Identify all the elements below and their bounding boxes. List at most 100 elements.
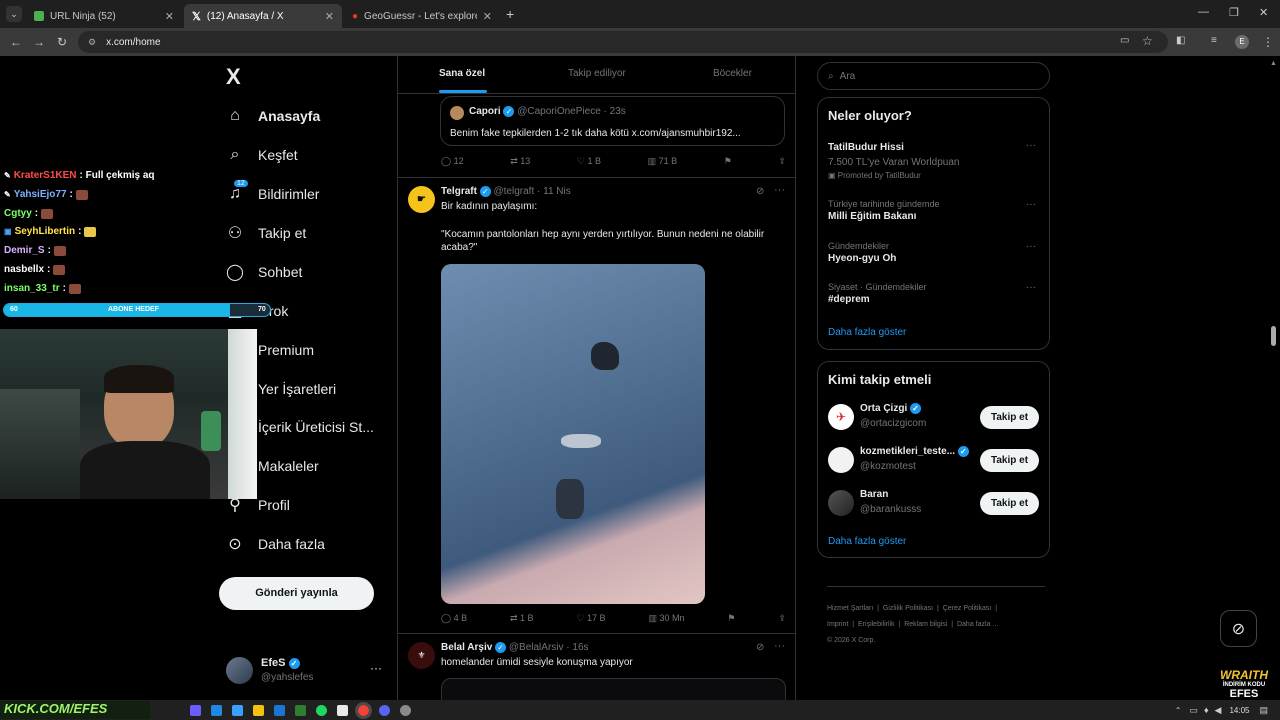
notification-center-icon[interactable]: ▤ xyxy=(1259,705,1268,716)
trend-more-icon[interactable]: ··· xyxy=(1026,199,1036,210)
taskbar-app-icon[interactable] xyxy=(337,704,348,716)
grok-explain-icon[interactable]: ⊘ xyxy=(756,642,764,653)
taskbar-app-icon[interactable] xyxy=(400,704,411,716)
tray-chevron-icon[interactable]: ⌃ xyxy=(1175,706,1182,715)
show-more-link[interactable]: Daha fazla göster xyxy=(828,327,906,338)
footer-link[interactable]: Hizmet Şartları xyxy=(827,605,873,612)
trend-item[interactable]: TatilBudur Hissi 7.500 TL'ye Varan World… xyxy=(828,140,1041,180)
post-button[interactable]: Gönderi yayınla xyxy=(219,577,374,610)
cast-icon[interactable]: ▭ xyxy=(1120,35,1129,46)
extensions-icon[interactable]: ◧ xyxy=(1176,35,1185,46)
share-icon[interactable]: ⇪ xyxy=(778,156,786,167)
search-box[interactable]: ⌕ Ara xyxy=(817,62,1050,90)
tab-search-icon[interactable]: ⌄ xyxy=(6,6,22,22)
nav-more[interactable]: ⊙ Daha fazla xyxy=(226,532,325,556)
window-close-icon[interactable]: ✕ xyxy=(1259,6,1268,19)
reply-button[interactable]: ◯ 4 B xyxy=(441,613,467,624)
follow-suggestion[interactable]: kozmetikleri_teste... ✓ @kozmotest Takip… xyxy=(828,445,1041,475)
footer-link[interactable]: Çerez Politikası xyxy=(943,605,992,612)
tweet-more-icon[interactable]: ··· xyxy=(774,640,785,652)
follow-button[interactable]: Takip et xyxy=(980,449,1040,472)
repost-button[interactable]: ⇄ 1 B xyxy=(510,613,534,624)
tray-network-icon[interactable]: ▭ xyxy=(1189,705,1198,716)
footer-link[interactable]: Reklam bilgisi xyxy=(904,621,947,628)
site-info-icon[interactable]: ⚙ xyxy=(88,37,96,48)
footer-link[interactable]: Erişilebilirlik xyxy=(858,621,895,628)
tweet-image[interactable] xyxy=(441,678,786,700)
nav-notifications[interactable]: ♫ 12 Bildirimler xyxy=(226,180,319,206)
grok-explain-icon[interactable]: ⊘ xyxy=(756,186,764,197)
tab-url-ninja[interactable]: URL Ninja (52) ✕ xyxy=(26,4,182,28)
minimize-icon[interactable]: — xyxy=(1198,6,1209,18)
trend-item[interactable]: Türkiye tarihinde gündemde Milli Eğitim … xyxy=(828,199,1041,222)
bookmark-action-icon[interactable]: ⚑ xyxy=(724,156,732,167)
taskbar-app-icon[interactable] xyxy=(253,704,264,716)
reply-button[interactable]: ◯ 12 xyxy=(441,156,464,167)
address-bar[interactable]: ⚙ x.com/home xyxy=(78,31,1168,53)
grok-floating-button[interactable]: ⊘ xyxy=(1220,610,1257,647)
reading-list-icon[interactable]: ≡ xyxy=(1211,35,1217,46)
maximize-icon[interactable]: ❐ xyxy=(1229,6,1239,19)
tray-volume-icon[interactable]: ◀ xyxy=(1215,705,1222,716)
close-icon[interactable]: ✕ xyxy=(325,10,334,23)
like-button[interactable]: ♡ 17 B xyxy=(576,613,605,624)
trend-item[interactable]: Siyaset · Gündemdekiler #deprem ··· xyxy=(828,282,1041,305)
x-logo-icon[interactable]: X xyxy=(226,64,241,90)
forward-arrow-icon[interactable]: → xyxy=(33,35,45,49)
footer-link[interactable]: Daha fazla ... xyxy=(957,621,998,628)
close-icon[interactable]: ✕ xyxy=(165,10,174,23)
like-button[interactable]: ♡ 1 B xyxy=(577,156,601,167)
back-arrow-icon[interactable]: ← xyxy=(10,35,22,49)
share-icon[interactable]: ⇪ xyxy=(778,613,786,624)
taskbar-app-icon[interactable] xyxy=(316,704,327,716)
trend-more-icon[interactable]: ··· xyxy=(1026,282,1036,293)
follow-suggestion[interactable]: ✈ Orta Çizgi ✓ @ortacizgicom Takip et xyxy=(828,402,1041,432)
taskbar-app-icon[interactable] xyxy=(190,704,201,716)
address-text[interactable]: x.com/home xyxy=(106,37,160,48)
tweet-image[interactable] xyxy=(441,264,705,604)
views-button[interactable]: ▥ 30 Mn xyxy=(648,613,684,624)
tweet-more-icon[interactable]: ··· xyxy=(774,184,785,196)
nav-home[interactable]: ⌂ Anasayfa xyxy=(226,104,320,128)
close-icon[interactable]: ✕ xyxy=(483,10,492,23)
trend-more-icon[interactable]: ··· xyxy=(1026,140,1036,151)
tweet[interactable]: ☛ Telgraft ✓ @telgraft · 11 Nis ⊘ ··· Bi… xyxy=(398,178,795,634)
quoted-tweet[interactable]: Capori ✓ @CaporiOnePiece · 23s Benim fak… xyxy=(440,96,785,146)
tweet[interactable]: Capori ✓ @CaporiOnePiece · 23s Benim fak… xyxy=(398,94,795,178)
scrollbar-thumb[interactable] xyxy=(1271,326,1276,346)
follow-button[interactable]: Takip et xyxy=(980,492,1040,515)
taskbar-app-icon[interactable] xyxy=(379,704,390,716)
account-switcher[interactable]: EfeS ✓ @yahslefes ··· xyxy=(226,655,386,687)
follow-suggestion[interactable]: Baran @barankusss Takip et xyxy=(828,488,1041,518)
tweet[interactable]: ⚜ Belal Arşiv ✓ @BelalArsiv · 16s ⊘ ··· … xyxy=(398,634,795,700)
taskbar-app-icon[interactable] xyxy=(274,704,285,716)
nav-explore[interactable]: ⌕ Keşfet xyxy=(226,143,298,167)
nav-follow[interactable]: ⚇ Takip et xyxy=(226,221,306,245)
footer-link[interactable]: Gizlilik Politikası xyxy=(883,605,933,612)
tab-following[interactable]: Takip ediliyor xyxy=(568,68,626,79)
follow-button[interactable]: Takip et xyxy=(980,406,1040,429)
taskbar-app-icon[interactable] xyxy=(211,704,222,716)
tab-for-you[interactable]: Sana özel xyxy=(439,68,485,79)
chrome-taskbar-icon[interactable] xyxy=(355,701,372,719)
profile-avatar[interactable]: E xyxy=(1235,35,1249,49)
clock[interactable]: 14:05 xyxy=(1229,706,1249,715)
scroll-up-icon[interactable]: ▲ xyxy=(1270,60,1277,67)
reload-icon[interactable]: ↻ xyxy=(57,35,67,49)
tab-geoguessr[interactable]: ● GeoGuessr - Let's explore the w ✕ xyxy=(344,4,500,28)
trend-more-icon[interactable]: ··· xyxy=(1026,241,1036,252)
views-button[interactable]: ▥ 71 B xyxy=(648,156,678,167)
tab-bugs[interactable]: Böcekler xyxy=(713,68,752,79)
browser-menu-icon[interactable]: ⋮ xyxy=(1262,35,1274,49)
footer-link[interactable]: Imprint xyxy=(827,621,848,628)
account-more-icon[interactable]: ··· xyxy=(370,661,382,675)
bookmark-action-icon[interactable]: ⚑ xyxy=(727,613,735,624)
repost-button[interactable]: ⇄ 13 xyxy=(510,156,530,167)
trend-item[interactable]: Gündemdekiler Hyeon-gyu Oh ··· xyxy=(828,241,1041,264)
new-tab-button[interactable]: + xyxy=(506,6,514,22)
show-more-link[interactable]: Daha fazla göster xyxy=(828,536,906,547)
tray-mic-icon[interactable]: ♦ xyxy=(1204,705,1209,715)
nav-chat[interactable]: ◯ Sohbet xyxy=(226,260,302,284)
taskbar-app-icon[interactable] xyxy=(295,704,306,716)
taskbar-app-icon[interactable] xyxy=(232,704,243,716)
